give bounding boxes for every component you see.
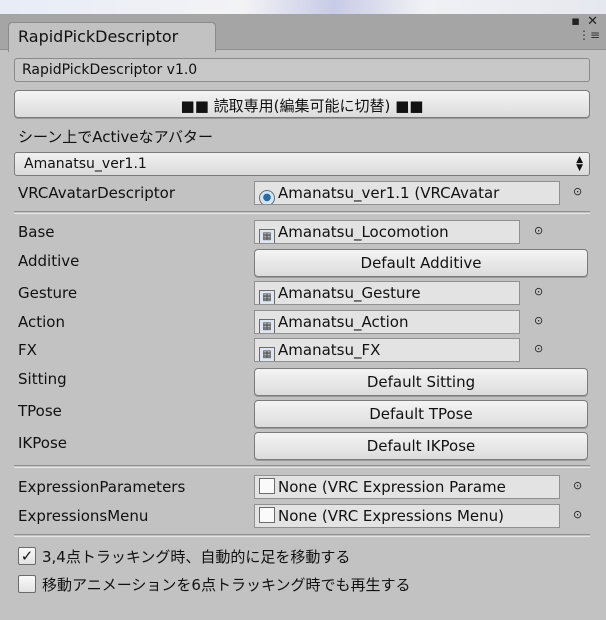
descriptor-field[interactable]: ● Amanatsu_ver1.1 (VRCAvatar bbox=[254, 181, 560, 205]
inspector-window: RapidPickDescriptor ▪ ✕ ⋮≡ RapidPickDesc… bbox=[0, 14, 606, 620]
play-6pt-checkbox[interactable] bbox=[18, 575, 36, 593]
gesture-label: Gesture bbox=[18, 284, 78, 302]
fx-field[interactable]: ▦ Amanatsu_FX bbox=[254, 338, 520, 362]
base-label: Base bbox=[18, 223, 55, 241]
expression-parameters-field[interactable]: None (VRC Expression Parame bbox=[254, 475, 560, 499]
fx-picker-icon[interactable]: ⊙ bbox=[534, 342, 543, 355]
avatar-dropdown[interactable]: Amanatsu_ver1.1 ▲ ▼ bbox=[14, 152, 590, 176]
descriptor-label: VRCAvatarDescriptor bbox=[18, 184, 176, 202]
tab-rapidpickdescriptor[interactable]: RapidPickDescriptor bbox=[8, 22, 216, 52]
version-box: RapidPickDescriptor v1.0 bbox=[14, 58, 590, 82]
animator-controller-icon: ▦ bbox=[259, 347, 275, 361]
auto-foot-checkbox[interactable]: ✓ bbox=[18, 547, 36, 565]
default-additive-button[interactable]: Default Additive bbox=[254, 249, 588, 277]
avatar-select-label: シーン上でActiveなアバター bbox=[18, 128, 214, 146]
additive-label: Additive bbox=[18, 252, 80, 270]
separator-2 bbox=[14, 465, 590, 468]
gesture-value: Amanatsu_Gesture bbox=[278, 284, 421, 302]
default-tpose-label: Default TPose bbox=[369, 405, 473, 423]
ikpose-label: IKPose bbox=[18, 434, 67, 452]
action-field[interactable]: ▦ Amanatsu_Action bbox=[254, 310, 520, 334]
separator-3 bbox=[14, 534, 590, 537]
dropdown-arrows-icon: ▲ ▼ bbox=[576, 155, 583, 173]
close-icon[interactable]: ✕ bbox=[587, 14, 598, 29]
default-additive-label: Default Additive bbox=[360, 254, 482, 272]
asset-file-icon bbox=[259, 507, 275, 523]
animator-controller-icon: ▦ bbox=[259, 319, 275, 333]
tab-menu-icon[interactable]: ⋮≡ bbox=[578, 29, 600, 41]
expressions-menu-field[interactable]: None (VRC Expressions Menu) bbox=[254, 504, 560, 528]
version-text: RapidPickDescriptor v1.0 bbox=[22, 62, 198, 78]
descriptor-picker-icon[interactable]: ⊙ bbox=[573, 185, 582, 198]
expression-parameters-value: None (VRC Expression Parame bbox=[278, 478, 506, 496]
default-sitting-label: Default Sitting bbox=[366, 373, 476, 391]
default-ikpose-label: Default IKPose bbox=[366, 437, 476, 455]
default-ikpose-button[interactable]: Default IKPose bbox=[254, 432, 588, 460]
base-field[interactable]: ▦ Amanatsu_Locomotion bbox=[254, 220, 520, 244]
base-value: Amanatsu_Locomotion bbox=[278, 223, 449, 241]
action-label: Action bbox=[18, 313, 65, 331]
animator-controller-icon: ▦ bbox=[259, 290, 275, 304]
expressions-menu-label: ExpressionsMenu bbox=[18, 507, 149, 525]
descriptor-value: Amanatsu_ver1.1 (VRCAvatar bbox=[278, 184, 500, 202]
sitting-label: Sitting bbox=[18, 370, 67, 388]
expressions-menu-value: None (VRC Expressions Menu) bbox=[278, 507, 504, 525]
default-tpose-button[interactable]: Default TPose bbox=[254, 400, 588, 428]
animator-controller-icon: ▦ bbox=[259, 229, 275, 243]
action-value: Amanatsu_Action bbox=[278, 313, 409, 331]
base-picker-icon[interactable]: ⊙ bbox=[534, 224, 543, 237]
fx-value: Amanatsu_FX bbox=[278, 341, 381, 359]
play-6pt-label: 移動アニメーションを6点トラッキング時でも再生する bbox=[42, 576, 411, 594]
separator-1 bbox=[14, 211, 590, 214]
background-scene-strip bbox=[0, 0, 606, 14]
tab-bar: RapidPickDescriptor ▪ ✕ ⋮≡ bbox=[0, 14, 606, 52]
toggle-readonly-label: ■■ 読取専用(編集可能に切替) ■■ bbox=[180, 97, 424, 115]
tpose-label: TPose bbox=[18, 402, 62, 420]
action-picker-icon[interactable]: ⊙ bbox=[534, 314, 543, 327]
avatar-descriptor-icon: ● bbox=[259, 190, 275, 204]
default-sitting-button[interactable]: Default Sitting bbox=[254, 368, 588, 396]
expressions-menu-picker-icon[interactable]: ⊙ bbox=[573, 508, 582, 521]
expression-parameters-picker-icon[interactable]: ⊙ bbox=[573, 479, 582, 492]
gesture-picker-icon[interactable]: ⊙ bbox=[534, 285, 543, 298]
gesture-field[interactable]: ▦ Amanatsu_Gesture bbox=[254, 281, 520, 305]
checkmark-icon: ✓ bbox=[20, 547, 34, 565]
avatar-dropdown-value: Amanatsu_ver1.1 bbox=[24, 156, 147, 172]
tab-title: RapidPickDescriptor bbox=[18, 27, 179, 46]
auto-foot-label: 3,4点トラッキング時、自動的に足を移動する bbox=[42, 548, 351, 566]
fx-label: FX bbox=[18, 341, 37, 359]
asset-file-icon bbox=[259, 478, 275, 494]
toggle-readonly-button[interactable]: ■■ 読取専用(編集可能に切替) ■■ bbox=[14, 90, 590, 118]
expression-parameters-label: ExpressionParameters bbox=[18, 478, 186, 496]
pin-icon[interactable]: ▪ bbox=[571, 14, 580, 29]
